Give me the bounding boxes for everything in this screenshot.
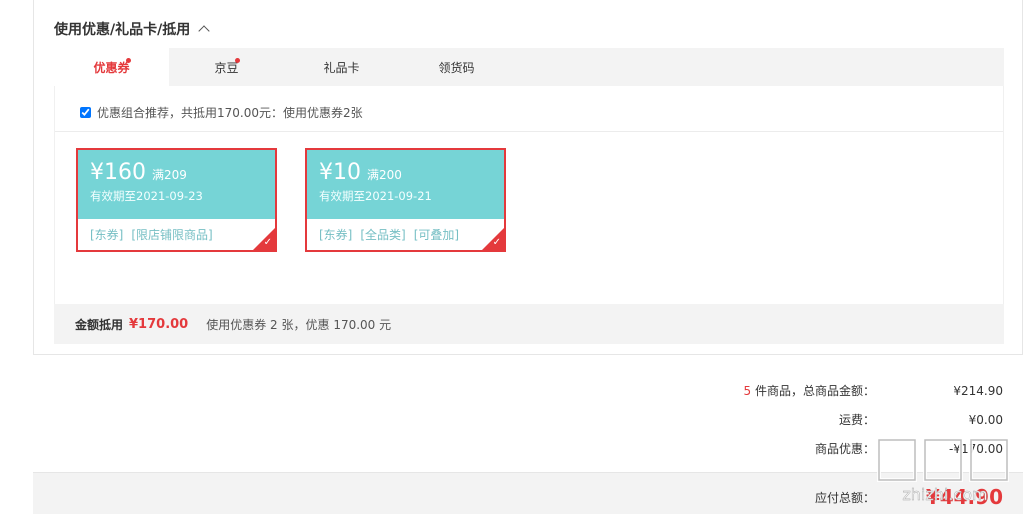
coupon-condition: 满200 [367,168,402,182]
coupon-card[interactable]: ¥10 满200 有效期至2021-09-21 [东券] [全品类] [可叠加]… [305,148,506,252]
coupon-amount: ¥160 [90,160,146,185]
shipping-value: ¥0.00 [968,412,1003,427]
coupon-header: ¥160 满209 有效期至2021-09-23 [78,150,275,219]
coupon-card[interactable]: ¥160 满209 有效期至2021-09-23 [东券] [限店铺限商品] ✓ [76,148,277,252]
combo-checkbox[interactable] [80,107,91,118]
coupon-expiry: 有效期至2021-09-23 [90,189,203,203]
order-totals: 5 件商品，总商品金额： ¥214.90 运费： ¥0.00 商品优惠： -¥1… [603,376,1003,463]
coupon-expiry: 有效期至2021-09-21 [319,189,432,203]
pay-label: 应付总额： [814,490,875,505]
pay-value: ¥44.90 [925,485,1003,509]
discount-summary-bar: 金额抵用 ¥170.00 使用优惠券 2 张，优惠 170.00 元 [54,304,1004,344]
divider [55,131,1003,132]
tab-pickup-code[interactable]: 领货码 [399,48,514,86]
coupon-tag: [全品类] [360,228,406,242]
combo-recommend-row[interactable]: 优惠组合推荐，共抵用170.00元：使用优惠券2张 [80,104,363,121]
section-title[interactable]: 使用优惠/礼品卡/抵用 [54,19,210,39]
tab-jingdou[interactable]: 京豆 [169,48,284,86]
checkmark-icon: ✓ [492,237,501,248]
section-title-text: 使用优惠/礼品卡/抵用 [54,22,191,38]
tab-bar: 优惠券 京豆 礼品卡 领货码 [54,48,1004,86]
coupon-tag: [可叠加] [413,228,460,242]
tab-label: 礼品卡 [323,60,360,75]
discount-value: -¥170.00 [949,441,1003,456]
summary-label: 金额抵用 [75,317,124,332]
combo-label: 优惠组合推荐，共抵用170.00元：使用优惠券2张 [97,106,363,120]
coupon-tag: [限店铺限商品] [131,228,213,242]
notification-dot-icon [235,58,240,63]
tab-gift-card[interactable]: 礼品卡 [284,48,399,86]
tab-label: 优惠券 [93,60,130,75]
notification-dot-icon [126,58,131,63]
goods-label: 件商品，总商品金额： [751,384,875,398]
coupon-tag: [东券] [319,228,353,242]
coupon-condition: 满209 [152,168,187,182]
payment-total-row: 应付总额： ¥44.90 [615,482,1003,512]
checkmark-icon: ✓ [263,237,272,248]
tab-coupon[interactable]: 优惠券 [54,48,169,86]
shipping-label: 运费： [838,413,875,427]
discount-row: 商品优惠： -¥170.00 [603,434,1003,463]
goods-value: ¥214.90 [953,383,1003,398]
summary-desc: 使用优惠券 2 张，优惠 170.00 元 [206,317,392,332]
coupon-tag: [东券] [90,228,124,242]
coupon-header: ¥10 满200 有效期至2021-09-21 [307,150,504,219]
coupon-tags: [东券] [限店铺限商品] [78,219,275,250]
discount-label: 商品优惠： [814,442,875,456]
chevron-up-icon[interactable] [198,25,210,37]
tab-label: 领货码 [438,60,475,75]
goods-total-row: 5 件商品，总商品金额： ¥214.90 [603,376,1003,405]
summary-amount: ¥170.00 [129,316,189,332]
coupon-amount: ¥10 [319,160,361,185]
shipping-row: 运费： ¥0.00 [603,405,1003,434]
coupon-tags: [东券] [全品类] [可叠加] [307,219,504,250]
